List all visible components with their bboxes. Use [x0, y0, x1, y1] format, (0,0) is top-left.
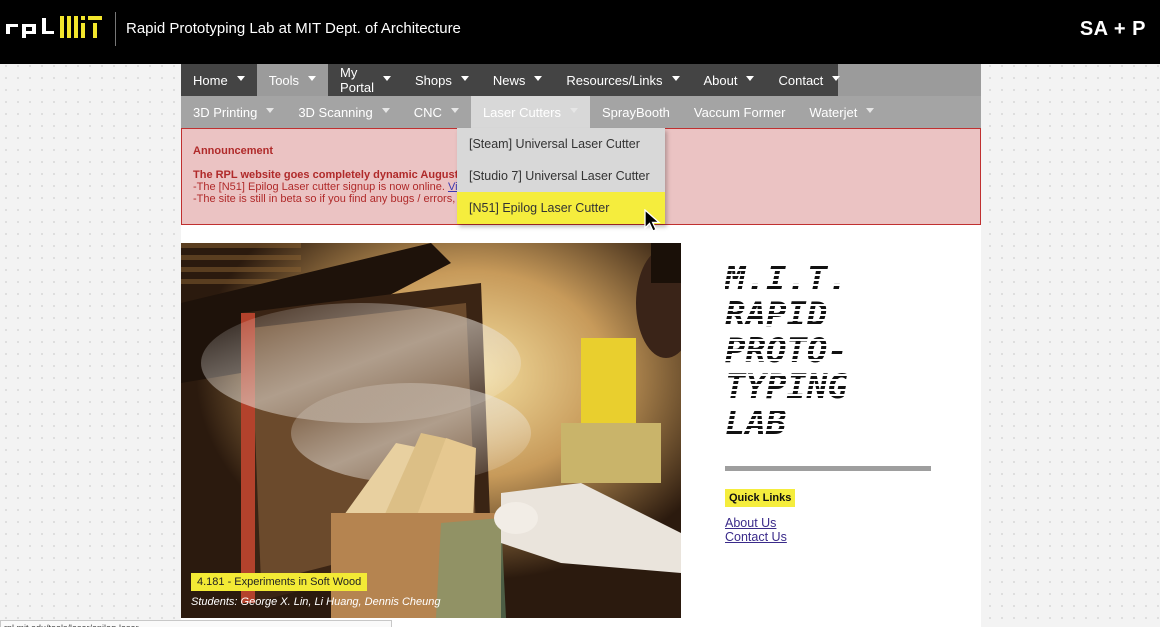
mit-logo[interactable]: [60, 16, 102, 38]
dropdown-item-studio7-laser[interactable]: [Studio 7] Universal Laser Cutter: [457, 160, 665, 192]
subnav-3d-scanning[interactable]: 3D Scanning: [286, 96, 401, 128]
caret-down-icon: [308, 75, 317, 81]
dropdown-item-steam-laser[interactable]: [Steam] Universal Laser Cutter: [457, 128, 665, 160]
nav-contact[interactable]: Contact: [766, 64, 852, 96]
rpl-wordmark[interactable]: M.I.T. RAPID PROTO- TYPING LAB: [725, 256, 945, 436]
caret-down-icon: [383, 75, 391, 81]
caret-down-icon: [460, 75, 469, 81]
subnav-label: Waterjet: [809, 104, 858, 120]
page-container: Home Tools My Portal Shops News Resource…: [181, 64, 981, 627]
announcement-title: Announcement: [193, 145, 274, 157]
photo-credits: Students: George X. Lin, Li Huang, Denni…: [191, 596, 441, 608]
subnav-label: 3D Scanning: [298, 104, 373, 120]
primary-nav: Home Tools My Portal Shops News Resource…: [181, 64, 981, 96]
caret-down-icon: [266, 107, 275, 113]
subnav-waterjet[interactable]: Waterjet: [797, 96, 886, 128]
quick-links-heading: Quick Links: [725, 489, 796, 507]
sap-logo[interactable]: SA + P: [1080, 18, 1146, 41]
announcement-text: -The [N51] Epilog Laser cutter signup is…: [193, 181, 445, 193]
nav-label: Shops: [415, 72, 452, 88]
photo-caption: 4.181 - Experiments in Soft Wood: [191, 573, 368, 591]
caret-down-icon: [236, 75, 245, 81]
nav-about[interactable]: About: [692, 64, 767, 96]
nav-label: News: [492, 72, 526, 88]
nav-my-portal[interactable]: My Portal: [328, 64, 403, 96]
rpl-logo[interactable]: [6, 18, 54, 38]
nav-label: Resources/Links: [566, 72, 663, 88]
subnav-laser-cutters[interactable]: Laser Cutters: [470, 96, 590, 128]
caret-down-icon: [450, 107, 459, 113]
nav-tools[interactable]: Tools: [256, 64, 329, 96]
laser-cutters-dropdown: [Steam] Universal Laser Cutter [Studio 7…: [457, 128, 665, 224]
nav-resources[interactable]: Resources/Links: [554, 64, 691, 96]
featured-photo[interactable]: 4.181 - Experiments in Soft Wood Student…: [181, 243, 681, 618]
subnav-spraybooth[interactable]: SprayBooth: [590, 96, 682, 128]
browser-status-bar: rpl.mit.edu/tools/laser/epilog-laser: [0, 620, 392, 627]
contact-us-link[interactable]: Contact Us: [725, 530, 787, 544]
laser-cutter-photo-image: [181, 243, 681, 618]
caret-down-icon: [671, 75, 680, 81]
site-header: Rapid Prototyping Lab at MIT Dept. of Ar…: [0, 0, 1160, 64]
mouse-pointer-icon: [644, 209, 661, 232]
subnav-label: CNC: [413, 104, 442, 120]
subnav-label: Vaccum Former: [693, 104, 786, 120]
nav-shops[interactable]: Shops: [403, 64, 481, 96]
caret-down-icon: [746, 75, 755, 81]
wordmark-line: M.I.T.: [725, 259, 848, 299]
nav-news[interactable]: News: [481, 64, 555, 96]
wordmark-line: TYPING: [725, 367, 848, 407]
announcement-line: -The [N51] Epilog Laser cutter signup is…: [193, 181, 472, 193]
caret-down-icon: [534, 75, 543, 81]
nav-label: My Portal: [340, 65, 375, 95]
wordmark-line: PROTO-: [725, 331, 848, 371]
nav-label: About: [703, 72, 738, 88]
caret-down-icon: [866, 107, 875, 113]
nav-label: Home: [193, 72, 228, 88]
subnav-3d-printing[interactable]: 3D Printing: [181, 96, 286, 128]
dropdown-item-n51-epilog[interactable]: [N51] Epilog Laser Cutter: [457, 192, 665, 224]
caret-down-icon: [569, 107, 578, 113]
announcement-line: The RPL website goes completely dynamic …: [193, 169, 477, 181]
wordmark-line: RAPID: [725, 295, 827, 335]
wordmark-line: LAB: [725, 403, 786, 436]
site-title[interactable]: Rapid Prototyping Lab at MIT Dept. of Ar…: [126, 20, 461, 37]
subnav-cnc[interactable]: CNC: [402, 96, 471, 128]
about-us-link[interactable]: About Us: [725, 516, 776, 530]
subnav-vaccum-former[interactable]: Vaccum Former: [682, 96, 798, 128]
subnav-label: 3D Printing: [193, 104, 258, 120]
announcement-line: -The site is still in beta so if you fin…: [193, 193, 474, 205]
subnav-label: Laser Cutters: [482, 104, 561, 120]
nav-label: Contact: [778, 72, 824, 88]
nav-label: Tools: [268, 72, 300, 88]
caret-down-icon: [381, 107, 390, 113]
secondary-nav: 3D Printing 3D Scanning CNC Laser Cutter…: [181, 96, 981, 128]
subnav-label: SprayBooth: [601, 104, 670, 120]
sidebar-divider: [725, 466, 931, 471]
header-divider: [115, 12, 116, 46]
nav-home[interactable]: Home: [181, 64, 257, 96]
caret-down-icon: [832, 75, 841, 81]
